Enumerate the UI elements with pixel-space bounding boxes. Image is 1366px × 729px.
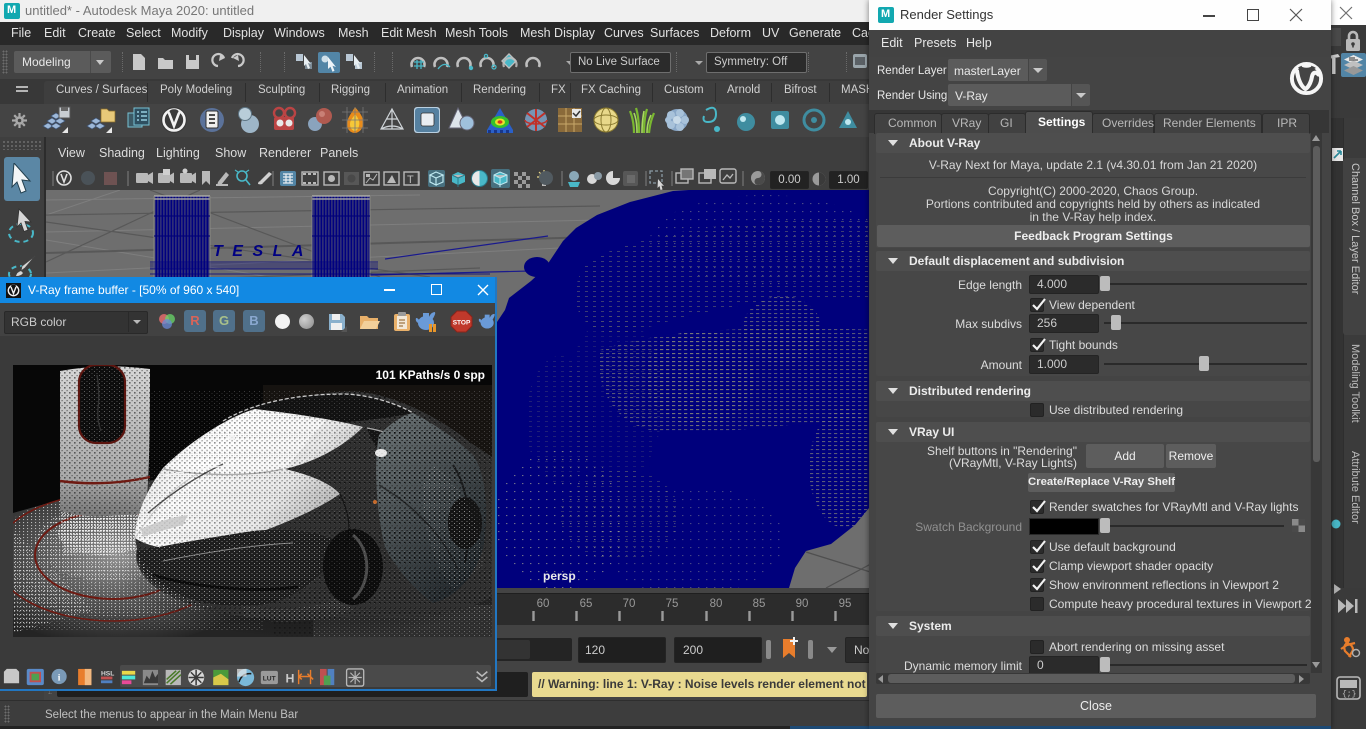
svg-text:i: i bbox=[58, 673, 61, 683]
svg-text:90: 90 bbox=[796, 598, 809, 610]
svg-text:T: T bbox=[407, 174, 414, 186]
svg-text:{;}: {;} bbox=[1342, 690, 1356, 699]
svg-text:70: 70 bbox=[623, 598, 636, 610]
svg-text:H: H bbox=[286, 671, 295, 685]
svg-text:75: 75 bbox=[666, 598, 679, 610]
svg-text:95: 95 bbox=[839, 598, 852, 610]
svg-text:60: 60 bbox=[537, 598, 550, 610]
svg-text:TESLA: TESLA bbox=[213, 243, 313, 260]
svg-text:85: 85 bbox=[753, 598, 766, 610]
svg-text:65: 65 bbox=[580, 598, 593, 610]
svg-text:LUT: LUT bbox=[263, 675, 276, 682]
svg-text:persp: persp bbox=[543, 569, 576, 583]
svg-text:101 KPaths/s 0 spp: 101 KPaths/s 0 spp bbox=[376, 368, 485, 382]
svg-text:STOP: STOP bbox=[453, 320, 471, 327]
svg-text:HSL: HSL bbox=[101, 671, 114, 678]
svg-text:80: 80 bbox=[710, 598, 723, 610]
